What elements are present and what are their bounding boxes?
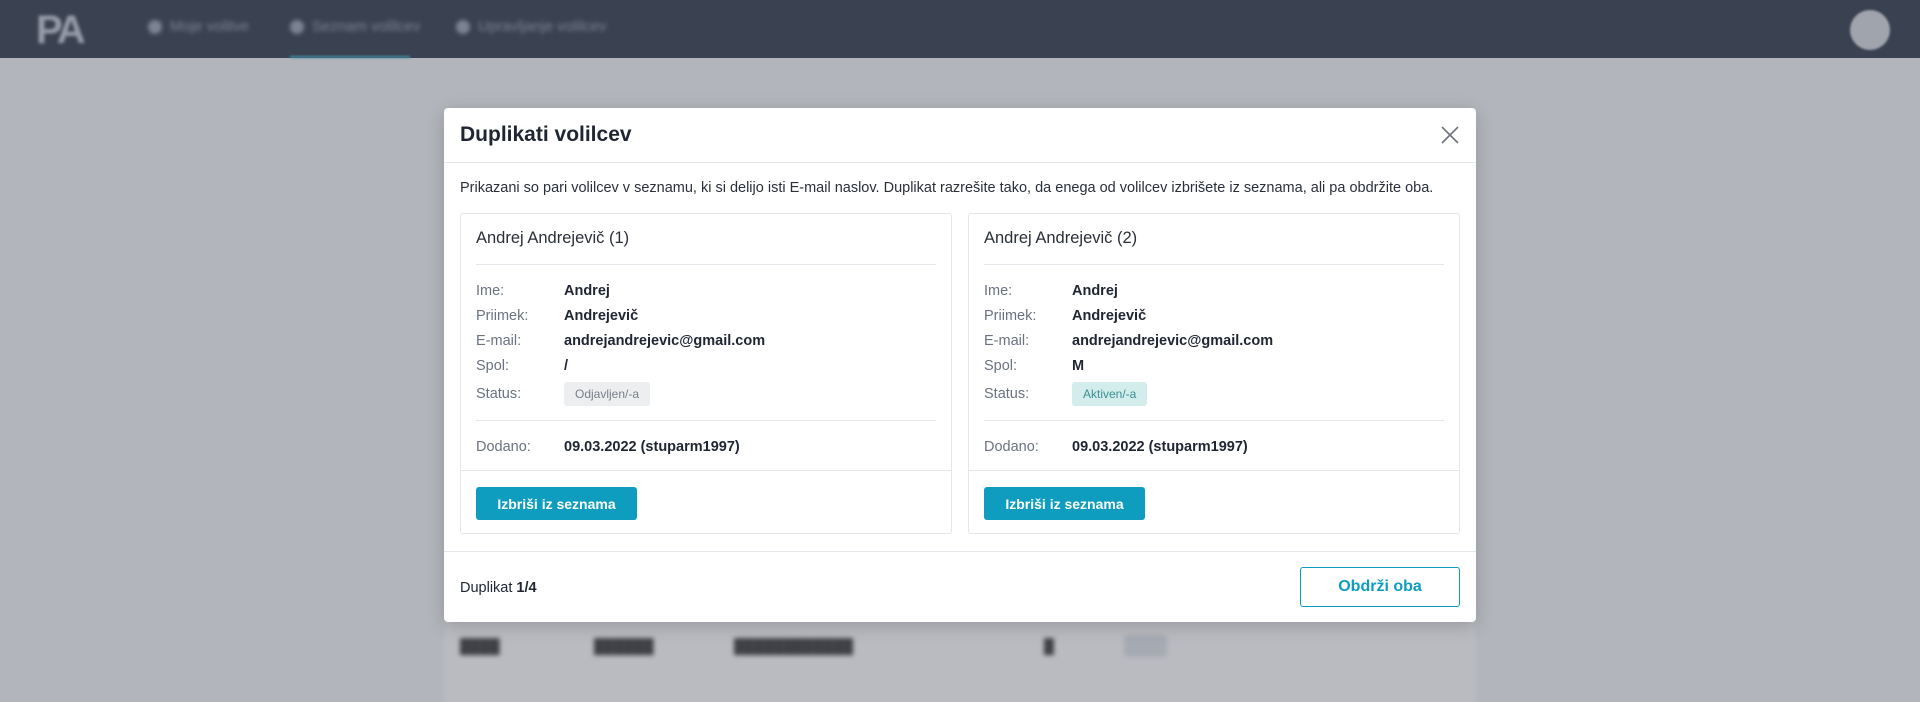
value-priimek: Andrejevič [564, 308, 639, 324]
label-email: E-mail: [476, 333, 522, 349]
divider [461, 470, 951, 471]
status-badge: Odjavljen/-a [564, 382, 651, 406]
modal-title: Duplikati volilcev [460, 123, 632, 146]
delete-from-list-button[interactable]: Izbriši iz seznama [476, 487, 637, 520]
card-title: Andrej Andrejevič (2) [984, 229, 1138, 247]
status-badge: Aktiven/-a [1072, 382, 1148, 406]
value-email: andrejandrejevic@gmail.com [564, 333, 766, 349]
value-dodano: 09.03.2022 (stuparm1997) [1072, 439, 1248, 455]
divider [476, 420, 936, 421]
value-priimek: Andrejevič [1072, 308, 1147, 324]
label-spol: Spol: [984, 358, 1018, 374]
close-icon[interactable] [1438, 123, 1462, 147]
divider [984, 264, 1444, 265]
keep-both-button[interactable]: Obdrži oba [1300, 567, 1460, 607]
label-spol: Spol: [476, 358, 510, 374]
divider [984, 420, 1444, 421]
label-status: Status: [476, 386, 522, 402]
value-ime: Andrej [1072, 283, 1118, 299]
label-email: E-mail: [984, 333, 1030, 349]
label-ime: Ime: [984, 283, 1013, 299]
duplicate-card-2: Andrej Andrejevič (2) Ime: Andrej Priime… [968, 213, 1460, 534]
value-spol: M [1072, 358, 1085, 374]
label-dodano: Dodano: [476, 439, 531, 455]
duplicate-counter: Duplikat 1/4 [460, 580, 537, 596]
duplicates-modal: Duplikati volilcev Prikazani so pari vol… [444, 108, 1476, 622]
label-priimek: Priimek: [984, 308, 1037, 324]
label-priimek: Priimek: [476, 308, 529, 324]
value-spol: / [564, 358, 569, 374]
modal-footer-divider [444, 551, 1476, 552]
label-status: Status: [984, 386, 1030, 402]
duplicate-counter-value: 1/4 [516, 580, 537, 596]
value-dodano: 09.03.2022 (stuparm1997) [564, 439, 740, 455]
label-dodano: Dodano: [984, 439, 1039, 455]
modal-header: Duplikati volilcev [444, 108, 1476, 163]
modal-description: Prikazani so pari volilcev v seznamu, ki… [460, 180, 1434, 196]
divider [476, 264, 936, 265]
value-email: andrejandrejevic@gmail.com [1072, 333, 1274, 349]
divider [969, 470, 1459, 471]
card-title: Andrej Andrejevič (1) [476, 229, 630, 247]
label-ime: Ime: [476, 283, 505, 299]
duplicate-card-1: Andrej Andrejevič (1) Ime: Andrej Priime… [460, 213, 952, 534]
delete-from-list-button[interactable]: Izbriši iz seznama [984, 487, 1145, 520]
value-ime: Andrej [564, 283, 610, 299]
duplicate-counter-label: Duplikat [460, 580, 517, 596]
